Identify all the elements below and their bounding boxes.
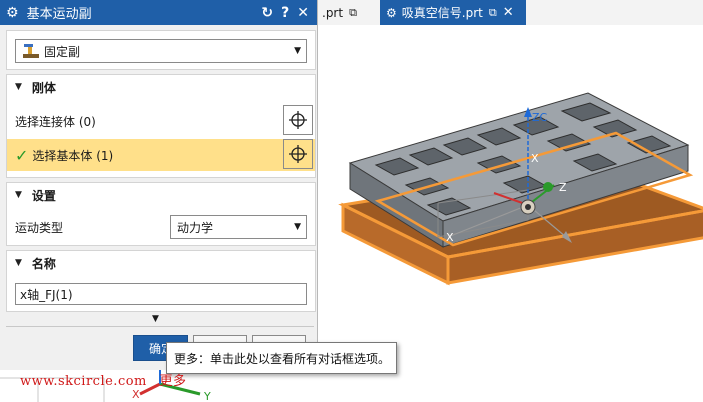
select-base-body-label: 选择基本体 (1) bbox=[32, 148, 114, 163]
triad-y-label: Y bbox=[203, 390, 211, 402]
name-header[interactable]: ▼ 名称 bbox=[7, 251, 56, 275]
chevron-down-icon: ▼ bbox=[294, 222, 301, 232]
x-axis-label-top: X bbox=[531, 152, 539, 165]
checkmark-icon: ✓ bbox=[15, 145, 29, 165]
more-options-chevron-icon[interactable]: ▼ bbox=[152, 314, 159, 324]
tab-label: .prt bbox=[322, 5, 344, 20]
joint-type-section: 固定副 ▼ bbox=[6, 30, 316, 70]
watermark-suffix: 更多 bbox=[159, 374, 187, 389]
settings-header[interactable]: ▼ 设置 bbox=[7, 183, 56, 207]
document-tab-strip: .prt ⧉ ⚙ 吸真空信号.prt ⧉ ✕ bbox=[318, 0, 703, 25]
section-title: 设置 bbox=[31, 188, 56, 203]
section-title: 刚体 bbox=[31, 80, 56, 95]
help-icon[interactable]: ? bbox=[281, 5, 289, 21]
motion-type-value: 动力学 bbox=[177, 220, 214, 235]
motion-type-label: 运动类型 bbox=[15, 221, 64, 235]
select-link-body-button[interactable] bbox=[283, 105, 313, 135]
tab-label: 吸真空信号.prt bbox=[401, 6, 483, 20]
divider bbox=[6, 326, 314, 327]
more-options-tooltip: 更多：单击此处以查看所有对话框选项。 bbox=[166, 342, 397, 374]
popout-icon[interactable]: ⧉ bbox=[489, 6, 497, 20]
watermark-url: www.skcircle.com bbox=[20, 374, 147, 389]
joint-type-value: 固定副 bbox=[44, 44, 81, 59]
collapse-chevron-icon: ▼ bbox=[15, 190, 22, 200]
fixed-joint-icon bbox=[22, 43, 40, 59]
popout-icon[interactable]: ⧉ bbox=[349, 6, 357, 20]
select-base-body-row[interactable]: ✓ 选择基本体 (1) bbox=[7, 139, 315, 171]
reset-icon[interactable]: ↻ bbox=[261, 5, 273, 21]
select-link-body-row[interactable]: 选择连接体 (0) bbox=[7, 105, 315, 137]
zc-axis-label: ZC bbox=[532, 111, 548, 124]
x-axis-label: X bbox=[446, 231, 454, 244]
name-section: ▼ 名称 bbox=[6, 250, 316, 312]
basic-joint-dialog: ⚙ 基本运动副 ↻ ? ✕ 固定副 ▼ ▼ 刚体 选择连接体 (0) ✓ 选择基… bbox=[0, 0, 318, 370]
collapse-chevron-icon: ▼ bbox=[15, 82, 22, 92]
dialog-title: 基本运动副 bbox=[26, 7, 92, 22]
joint-type-select[interactable]: 固定副 ▼ bbox=[15, 39, 307, 63]
triad-x-label: X bbox=[132, 388, 140, 401]
site-watermark: www.skcircle.com 更多 bbox=[20, 370, 187, 389]
collapse-chevron-icon: ▼ bbox=[15, 258, 22, 268]
settings-section: ▼ 设置 运动类型 动力学 ▼ bbox=[6, 182, 316, 246]
select-base-body-button[interactable] bbox=[283, 139, 313, 169]
rigid-body-header[interactable]: ▼ 刚体 bbox=[7, 75, 56, 99]
tab-part-file[interactable]: .prt ⧉ bbox=[318, 0, 378, 25]
motion-type-select[interactable]: 动力学 ▼ bbox=[170, 215, 307, 239]
close-tab-icon[interactable]: ✕ bbox=[503, 5, 514, 20]
z-axis-label: Z bbox=[559, 181, 567, 194]
crosshair-icon bbox=[289, 111, 307, 129]
dialog-titlebar[interactable]: ⚙ 基本运动副 ↻ ? ✕ bbox=[0, 0, 317, 25]
gear-icon: ⚙ bbox=[6, 4, 19, 21]
crosshair-icon bbox=[289, 145, 307, 163]
rigid-body-section: ▼ 刚体 选择连接体 (0) ✓ 选择基本体 (1) bbox=[6, 74, 316, 178]
select-link-body-label: 选择连接体 (0) bbox=[15, 114, 96, 129]
chevron-down-icon: ▼ bbox=[294, 46, 301, 56]
section-title: 名称 bbox=[31, 256, 56, 271]
tab-vacuum-signal-file[interactable]: ⚙ 吸真空信号.prt ⧉ ✕ bbox=[380, 0, 526, 25]
part-file-icon: ⚙ bbox=[386, 5, 397, 20]
joint-name-input[interactable] bbox=[15, 283, 307, 305]
close-icon[interactable]: ✕ bbox=[297, 5, 309, 21]
